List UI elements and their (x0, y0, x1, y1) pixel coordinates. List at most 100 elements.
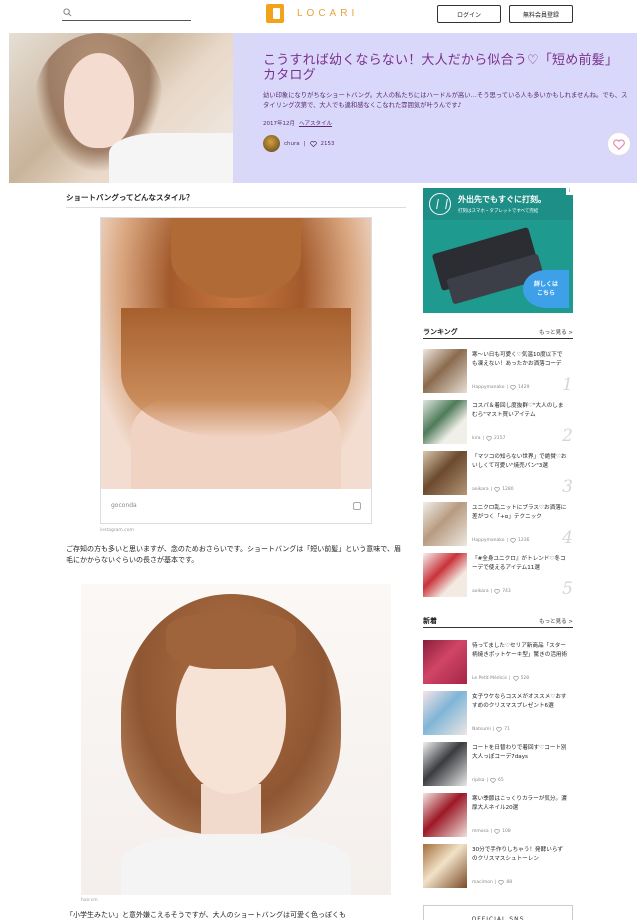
article-thumbnail[interactable] (423, 553, 467, 597)
list-item[interactable]: コスパ＆着回し度抜群♡"大人のしまむら"マスト買いアイテム kira | 2157 2 (423, 400, 573, 446)
list-item-meta: Natsumi | 71 (472, 727, 510, 732)
list-item-meta: Le Petit Médicis | 528 (472, 676, 530, 681)
article-thumbnail[interactable] (423, 640, 467, 684)
list-item[interactable]: 30分で手作りしちゃう！発酵いらずのクリスマスシュトーレン macimon | 88 (423, 844, 573, 890)
list-item-title[interactable]: 「マツコの知らない世界」で絶賛♡おいしくて可愛い"焼売パン"3選 (472, 453, 568, 470)
like-count: 2153 (320, 140, 335, 147)
author-name[interactable]: aoikara (472, 487, 489, 492)
like-count: 743 (502, 589, 511, 594)
list-item-title[interactable]: ユニクロ乱ニットにプラス♡お洒落に差がつく「+α」テクニック (472, 504, 568, 521)
heart-icon (510, 385, 516, 390)
register-button[interactable]: 無料会員登録 (509, 5, 573, 23)
ad-cta-button[interactable]: 詳しくは こちら (523, 270, 569, 308)
article-thumbnail[interactable] (423, 451, 467, 495)
list-item[interactable]: 女子ウケならコスメがオススメ♡おすすめのクリスマスプレゼント6選 Natsumi |… (423, 691, 573, 737)
list-item[interactable]: 『#全身ユニクロ』がトレンド♡冬コーデで使えるアイテム11選 aoikara | 74… (423, 553, 573, 599)
newest-more-link[interactable]: もっと見る > (539, 617, 573, 625)
heart-icon (498, 880, 505, 885)
locari-logo-icon (266, 3, 284, 23)
list-item[interactable]: コートを日替わりで着回す♡コート別大人っぽコーデ7days ripika | 65 (423, 742, 573, 788)
author-name[interactable]: Natsumi (472, 727, 491, 732)
heart-icon (510, 538, 516, 543)
article-meta: 2017年12月 ヘアスタイル (263, 119, 332, 127)
author-name[interactable]: mmosa (472, 829, 489, 834)
like-count: 1236 (518, 538, 530, 543)
article-thumbnail[interactable] (423, 400, 467, 444)
list-item[interactable]: 「マツコの知らない世界」で絶賛♡おいしくて可愛い"焼売パン"3選 aoikara |… (423, 451, 573, 497)
article-thumbnail[interactable] (423, 502, 467, 546)
article-paragraph: ご存知の方も多いと思いますが、念のためおさらいです。ショートバングは「短い前髪」… (66, 545, 402, 564)
logo-text: LOCARI (297, 7, 359, 19)
heart-icon (490, 778, 496, 783)
list-item[interactable]: 寒〜い日も可愛く♡気温10度以下でも凍えない！あったかお洒落コーデ Happyma… (423, 349, 573, 395)
list-item-title[interactable]: 女子ウケならコスメがオススメ♡おすすめのクリスマスプレゼント6選 (472, 693, 568, 710)
logo[interactable]: LOCARI (266, 3, 358, 23)
ranking-more-link[interactable]: もっと見る > (539, 328, 573, 336)
search-input[interactable] (76, 6, 188, 20)
like-count: 2157 (494, 436, 506, 441)
author-name[interactable]: kira (472, 436, 480, 441)
author-name[interactable]: Le Petit Médicis (472, 676, 507, 681)
list-item-title[interactable]: 30分で手作りしちゃう！発酵いらずのクリスマスシュトーレン (472, 846, 568, 863)
article-category-link[interactable]: ヘアスタイル (299, 119, 332, 127)
list-item-title[interactable]: 待ってました♡セリア新商品「スター柄焼きポットケーキ型」驚きの活用術 (472, 642, 568, 659)
article-thumbnail[interactable] (423, 742, 467, 786)
like-count: 1429 (518, 385, 530, 390)
search-icon[interactable] (63, 8, 72, 17)
heart-icon (496, 727, 502, 732)
hero-banner: こうすれば幼くならない！大人だから似合う♡「短め前髪」カタログ 幼い印象になりが… (9, 33, 637, 183)
like-count: 88 (506, 880, 513, 885)
list-item[interactable]: 待ってました♡セリア新商品「スター柄焼きポットケーキ型」驚きの活用術 Le Pet… (423, 640, 573, 686)
list-item-title[interactable]: コートを日替わりで着回す♡コート別大人っぽコーデ7days (472, 744, 568, 761)
article-lead: 幼い印象になりがちなショートバング。大人の私たちにはハードルが高い…そう思ってい… (263, 92, 628, 109)
author-name[interactable]: Happymanako (472, 385, 504, 390)
heart-icon (486, 436, 492, 441)
heart-icon (512, 676, 519, 681)
article-thumbnail[interactable] (423, 349, 467, 393)
list-item-title[interactable]: 『#全身ユニクロ』がトレンド♡冬コーデで使えるアイテム11選 (472, 555, 568, 572)
search-box[interactable] (62, 6, 191, 21)
article-author[interactable]: chura | 2153 (263, 135, 335, 152)
heart-icon (613, 138, 625, 150)
official-sns[interactable]: OFFICIAL SNS (423, 905, 573, 920)
heart-icon (494, 829, 500, 834)
instagram-username[interactable]: goconda (111, 502, 137, 509)
article-thumbnail[interactable] (423, 691, 467, 735)
instagram-embed[interactable]: goconda (100, 217, 372, 524)
list-item-meta: macimon | 88 (472, 880, 513, 885)
author-name[interactable]: chura (284, 141, 300, 147)
author-name[interactable]: Happymanako (472, 538, 504, 543)
list-item-title[interactable]: コスパ＆着回し度抜群♡"大人のしまむら"マスト買いアイテム (472, 402, 568, 419)
list-item-meta: Happymanako | 1236 (472, 538, 530, 543)
image-source[interactable]: instagram.com (100, 528, 134, 533)
hero-content: こうすれば幼くならない！大人だから似合う♡「短め前髪」カタログ 幼い印象になりが… (253, 33, 637, 183)
list-item-meta: ripika | 65 (472, 778, 504, 783)
list-item-meta: aoikara | 743 (472, 589, 511, 594)
image-source[interactable]: hair.cm (81, 898, 98, 903)
author-name[interactable]: aoikara (472, 589, 489, 594)
author-name[interactable]: ripika (472, 778, 485, 783)
list-item-title[interactable]: 寒〜い日も可愛く♡気温10度以下でも凍えない！あったかお洒落コーデ (472, 351, 568, 368)
newest-heading: 新着 もっと見る > (423, 616, 573, 628)
login-button[interactable]: ログイン (437, 5, 501, 23)
avatar[interactable] (263, 135, 280, 152)
heart-icon (494, 589, 500, 594)
article-thumbnail[interactable] (423, 793, 467, 837)
heart-icon (494, 487, 500, 492)
list-item-meta: Happymanako | 1429 (472, 385, 530, 390)
ad-headline: 外出先でもすぐに打刻。 (458, 195, 546, 204)
advertisement[interactable]: 外出先でもすぐに打刻。 打刻はスマホ・タブレットですべて完結 i 詳しくは こち… (423, 188, 573, 313)
like-count: 528 (520, 676, 530, 681)
hero-image (9, 33, 233, 183)
rank-number: 1 (562, 375, 573, 395)
favorite-button[interactable] (607, 132, 631, 156)
article-thumbnail[interactable] (423, 844, 467, 888)
like-count: 71 (504, 727, 510, 732)
author-name[interactable]: macimon (472, 880, 493, 885)
list-item[interactable]: ユニクロ乱ニットにプラス♡お洒落に差がつく「+α」テクニック Happymanak… (423, 502, 573, 548)
header: LOCARI ログイン 無料会員登録 (0, 0, 637, 30)
list-item-title[interactable]: 寒い季節はこっくりカラーが気分。濃厚大人ネイル20選 (472, 795, 568, 812)
instagram-icon[interactable] (353, 502, 361, 510)
ad-info-icon[interactable]: i (566, 188, 573, 195)
list-item[interactable]: 寒い季節はこっくりカラーが気分。濃厚大人ネイル20選 mmosa | 108 (423, 793, 573, 839)
